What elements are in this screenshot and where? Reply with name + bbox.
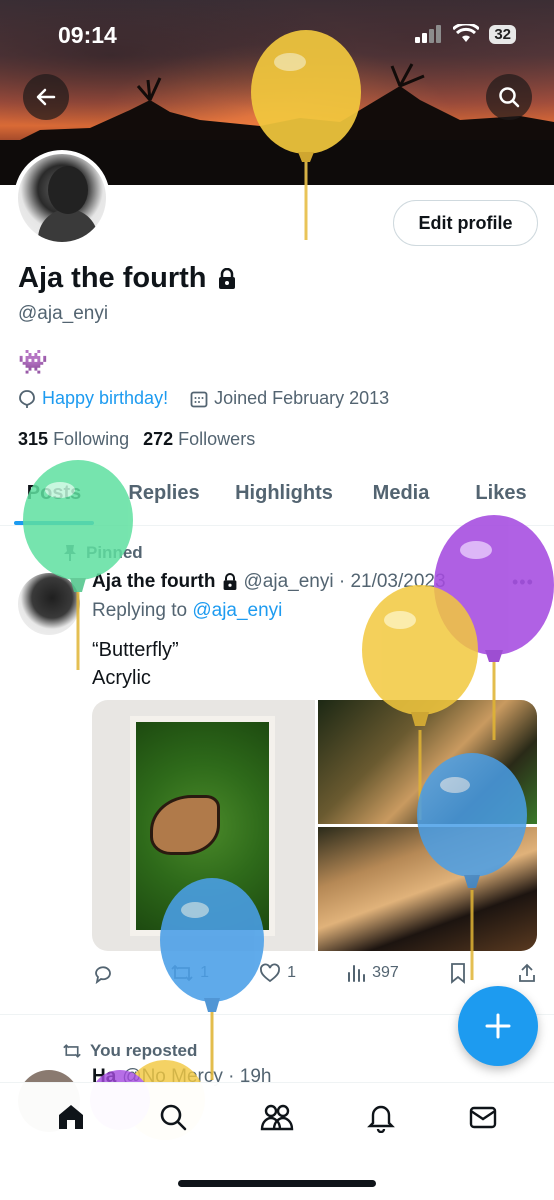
share-icon: [519, 963, 535, 982]
lock-icon: [218, 267, 235, 289]
heart-icon: [260, 963, 281, 983]
profile-tabs: Posts Replies Highlights Media Likes: [0, 472, 554, 526]
plus-icon: [485, 1013, 511, 1039]
following-label: Following: [53, 429, 130, 449]
home-icon[interactable]: [55, 1101, 87, 1133]
reply-handle[interactable]: @aja_enyi: [192, 600, 282, 621]
post-text-line-1: “Butterfly”: [92, 639, 179, 661]
following-link[interactable]: 315 Following: [18, 429, 129, 450]
communities-icon[interactable]: [259, 1101, 295, 1133]
joined-text: Joined February 2013: [214, 388, 390, 408]
tab-media[interactable]: Media: [356, 472, 446, 525]
reply-prefix: Replying to: [92, 600, 188, 621]
view-count: 397: [372, 964, 399, 981]
tab-highlights[interactable]: Highlights: [224, 472, 344, 525]
home-indicator: [178, 1180, 376, 1187]
followers-label: Followers: [178, 429, 256, 449]
post-avatar[interactable]: [18, 573, 80, 635]
profile-name: Aja the fourth: [18, 262, 207, 294]
avatar-figure-head: [48, 166, 88, 214]
messages-icon[interactable]: [467, 1101, 499, 1133]
arrow-left-icon: [36, 88, 56, 106]
repost-action[interactable]: 1: [170, 962, 209, 984]
search-icon: [499, 87, 520, 108]
following-count: 315: [18, 429, 49, 449]
post-text: “Butterfly” Acrylic: [92, 636, 179, 692]
bookmark-icon: [450, 963, 465, 984]
pinned-indicator: Pinned: [62, 543, 143, 563]
avatar-figure-body: [38, 209, 98, 242]
media-image-1[interactable]: [92, 700, 315, 951]
reply-action[interactable]: [92, 962, 120, 984]
like-action[interactable]: 1: [259, 962, 296, 984]
profile-name-row: Aja the fourth: [18, 262, 237, 295]
post-media-grid: [92, 700, 537, 951]
media-image-2[interactable]: [318, 700, 537, 824]
media-image-3[interactable]: [318, 827, 537, 951]
repost-icon: [63, 1044, 81, 1058]
pinned-label: Pinned: [86, 543, 143, 562]
views-action[interactable]: 397: [346, 962, 399, 984]
lock-icon: [223, 573, 236, 590]
compose-button[interactable]: [458, 986, 538, 1066]
followers-count: 272: [143, 429, 174, 449]
reply-to: Replying to @aja_enyi: [92, 600, 282, 622]
bio-emoji: 👾: [18, 349, 48, 376]
tab-likes[interactable]: Likes: [466, 472, 536, 525]
profile-handle: @aja_enyi: [18, 303, 109, 324]
joined-item: Joined February 2013: [190, 388, 389, 409]
search-button[interactable]: [486, 74, 532, 120]
status-icons: 32: [415, 24, 516, 44]
follow-counts: 315 Following 272 Followers: [18, 429, 255, 450]
tab-posts[interactable]: Posts: [14, 472, 94, 525]
nav-icons: [0, 1101, 554, 1133]
pin-icon: [64, 545, 76, 561]
back-button[interactable]: [23, 74, 69, 120]
post-author[interactable]: Aja the fourth: [92, 571, 216, 593]
birthday-text[interactable]: Happy birthday!: [42, 388, 168, 409]
post-text-line-2: Acrylic: [92, 667, 151, 689]
signal-icon: [415, 25, 442, 43]
share-action[interactable]: [517, 962, 537, 984]
calendar-icon: [190, 391, 208, 407]
repost-count: 1: [200, 964, 209, 981]
search-icon[interactable]: [157, 1101, 189, 1133]
reposted-indicator: You reposted: [62, 1041, 197, 1061]
post-header: Aja the fourth @aja_enyi · 21/03/2023: [92, 571, 446, 593]
post-handle-date: @aja_enyi · 21/03/2023: [243, 571, 446, 592]
battery-indicator: 32: [489, 24, 516, 44]
edit-profile-button[interactable]: Edit profile: [393, 200, 538, 246]
bell-icon[interactable]: [365, 1101, 397, 1133]
analytics-icon: [348, 965, 366, 982]
profile-avatar[interactable]: [14, 150, 110, 246]
status-time: 09:14: [58, 22, 117, 48]
reply-icon: [95, 966, 111, 984]
location-item: Happy birthday!: [18, 388, 168, 409]
balloon-icon: [19, 389, 35, 408]
tab-replies[interactable]: Replies: [124, 472, 204, 525]
post-actions: 1 1 397: [92, 962, 537, 984]
like-count: 1: [287, 964, 296, 981]
post-more-icon[interactable]: •••: [512, 572, 534, 593]
reposted-label: You reposted: [90, 1041, 198, 1060]
repost-icon: [171, 964, 193, 982]
wifi-icon: [453, 24, 480, 42]
followers-link[interactable]: 272 Followers: [143, 429, 255, 450]
bookmark-action[interactable]: [449, 962, 467, 984]
profile-meta: Happy birthday! Joined February 2013: [18, 388, 389, 409]
